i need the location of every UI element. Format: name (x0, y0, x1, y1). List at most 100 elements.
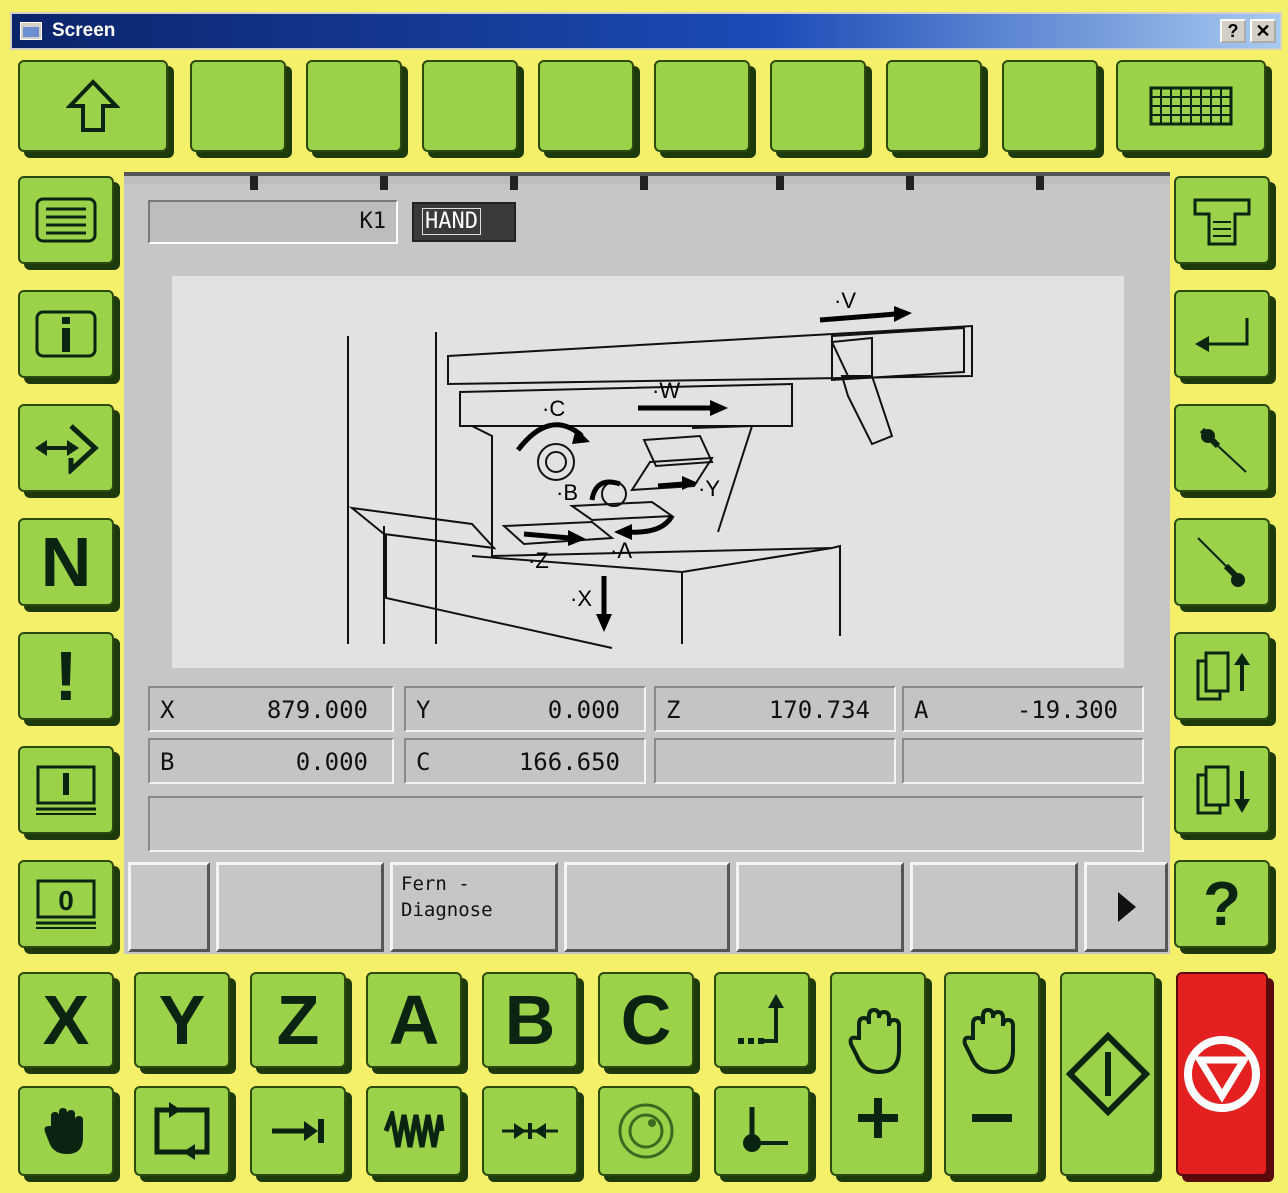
axis-key-label: A (388, 981, 440, 1059)
spring-icon (383, 1111, 445, 1148)
channel-field: K1 (148, 200, 398, 244)
chevron-right-icon (1118, 892, 1136, 922)
machine-diagram: ·V ·W ·C ·B ·Y ·Z ·A ·X (172, 276, 1124, 668)
axis-position-y: Y 0.000 (404, 686, 646, 732)
top-key-3[interactable] (422, 60, 518, 152)
softkey-1[interactable] (128, 862, 210, 952)
hand-icon (44, 1108, 83, 1154)
alarm-key[interactable]: ! (18, 632, 114, 720)
jog-key[interactable] (18, 404, 114, 492)
axis-position-empty (902, 738, 1144, 784)
top-key-1[interactable] (190, 60, 286, 152)
ruler-tick (640, 176, 648, 190)
increment-key[interactable] (714, 972, 810, 1068)
increment-icon (738, 994, 784, 1044)
axis-position-z: Z 170.734 (654, 686, 896, 732)
n-key-label: N (40, 523, 92, 601)
clamp-icon (502, 1123, 558, 1139)
home-key[interactable] (714, 1086, 810, 1176)
axis-key-y[interactable]: Y (134, 972, 230, 1068)
top-key-8[interactable] (1002, 60, 1098, 152)
softkey-6[interactable] (910, 862, 1078, 952)
shift-up-key[interactable] (18, 60, 168, 152)
jog-plus-key[interactable] (830, 972, 926, 1176)
ruler-tick (250, 176, 258, 190)
axis-key-x[interactable]: X (18, 972, 114, 1068)
top-key-4[interactable] (538, 60, 634, 152)
enter-key[interactable] (1174, 290, 1270, 378)
hand-mode-key[interactable] (18, 1086, 114, 1176)
print-key[interactable] (1174, 176, 1270, 264)
help-title-button[interactable]: ? (1220, 19, 1246, 43)
axis-key-b[interactable]: B (482, 972, 578, 1068)
axis-label-a: ·A (610, 538, 632, 563)
axis-name: X (160, 696, 175, 724)
top-key-2[interactable] (306, 60, 402, 152)
cnc-screen-window: Screen ? ✕ N ! 0 ? K1 HAND ·V ·W ·C ·B ·… (0, 0, 1288, 1193)
axis-key-z[interactable]: Z (250, 972, 346, 1068)
ruler-tick (1036, 176, 1044, 190)
page-up-icon (1196, 651, 1250, 701)
help-key[interactable]: ? (1174, 860, 1270, 948)
reference-key[interactable] (18, 746, 114, 834)
axis-name: Z (666, 696, 681, 724)
ruler-tick (380, 176, 388, 190)
info-icon (35, 310, 97, 358)
axis-position-a: A -19.300 (902, 686, 1144, 732)
cycle-start-key[interactable] (1060, 972, 1156, 1176)
mode-indicator: HAND (412, 202, 516, 242)
softkey-2[interactable] (216, 862, 384, 952)
axis-value: 170.734 (768, 696, 870, 724)
axis-value: 166.650 (518, 748, 620, 776)
axis-label-v: ·V (834, 288, 856, 313)
cycle-key[interactable] (134, 1086, 230, 1176)
top-key-7[interactable] (886, 60, 982, 152)
ruler-tick (776, 176, 784, 190)
softkey-4[interactable] (564, 862, 730, 952)
n-key[interactable]: N (18, 518, 114, 606)
pin-key[interactable] (1174, 404, 1270, 492)
axis-key-label: Y (158, 981, 206, 1059)
axis-position-b: B 0.000 (148, 738, 394, 784)
softkey-fern-diagnose[interactable]: Fern - Diagnose (390, 862, 558, 952)
keyboard-key[interactable] (1116, 60, 1266, 152)
emergency-stop-key[interactable] (1176, 972, 1268, 1176)
axis-key-label: B (504, 981, 556, 1059)
axis-key-a[interactable]: A (366, 972, 462, 1068)
stop-icon (1184, 1036, 1260, 1112)
softkey-label: Fern - Diagnose (401, 873, 493, 921)
menu-icon (35, 197, 97, 243)
axis-position-empty (654, 738, 896, 784)
single-step-key[interactable] (250, 1086, 346, 1176)
page-up-key[interactable] (1174, 632, 1270, 720)
pin-icon (1199, 427, 1247, 473)
arrow-up-icon (66, 79, 120, 132)
axis-value: 879.000 (266, 696, 368, 724)
panel-ruler (124, 172, 1170, 190)
top-key-6[interactable] (770, 60, 866, 152)
ruler-tick (906, 176, 914, 190)
page-down-key[interactable] (1174, 746, 1270, 834)
axis-label-c: ·C (542, 396, 565, 421)
clamp-key[interactable] (482, 1086, 578, 1176)
info-key[interactable] (18, 290, 114, 378)
pin-down-key[interactable] (1174, 518, 1270, 606)
printer-icon (1193, 198, 1251, 246)
spindle-icon (618, 1103, 674, 1159)
title-bar: Screen ? ✕ (10, 12, 1282, 50)
cycle-icon (154, 1102, 210, 1160)
axis-key-c[interactable]: C (598, 972, 694, 1068)
spring-key[interactable] (366, 1086, 462, 1176)
softkey-next-button[interactable] (1084, 862, 1168, 952)
top-key-5[interactable] (654, 60, 750, 152)
window-icon (20, 22, 42, 40)
jog-minus-key[interactable] (944, 972, 1040, 1176)
home-position-icon (743, 1107, 788, 1152)
menu-key[interactable] (18, 176, 114, 264)
zero-key[interactable]: 0 (18, 860, 114, 948)
softkey-5[interactable] (736, 862, 904, 952)
page-down-icon (1196, 765, 1250, 815)
machine-schematic: ·V ·W ·C ·B ·Y ·Z ·A ·X (347, 288, 973, 649)
close-button[interactable]: ✕ (1250, 19, 1276, 43)
spindle-key[interactable] (598, 1086, 694, 1176)
